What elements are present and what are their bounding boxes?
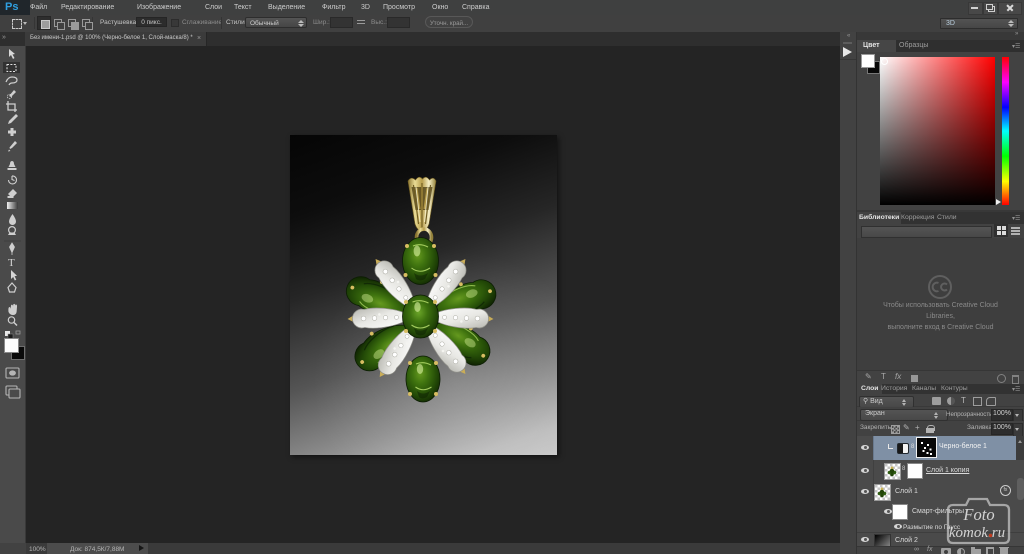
svg-text:T: T — [8, 257, 15, 269]
svg-text:komok.ru: komok.ru — [949, 525, 1005, 541]
svg-text:Foto: Foto — [962, 505, 994, 524]
